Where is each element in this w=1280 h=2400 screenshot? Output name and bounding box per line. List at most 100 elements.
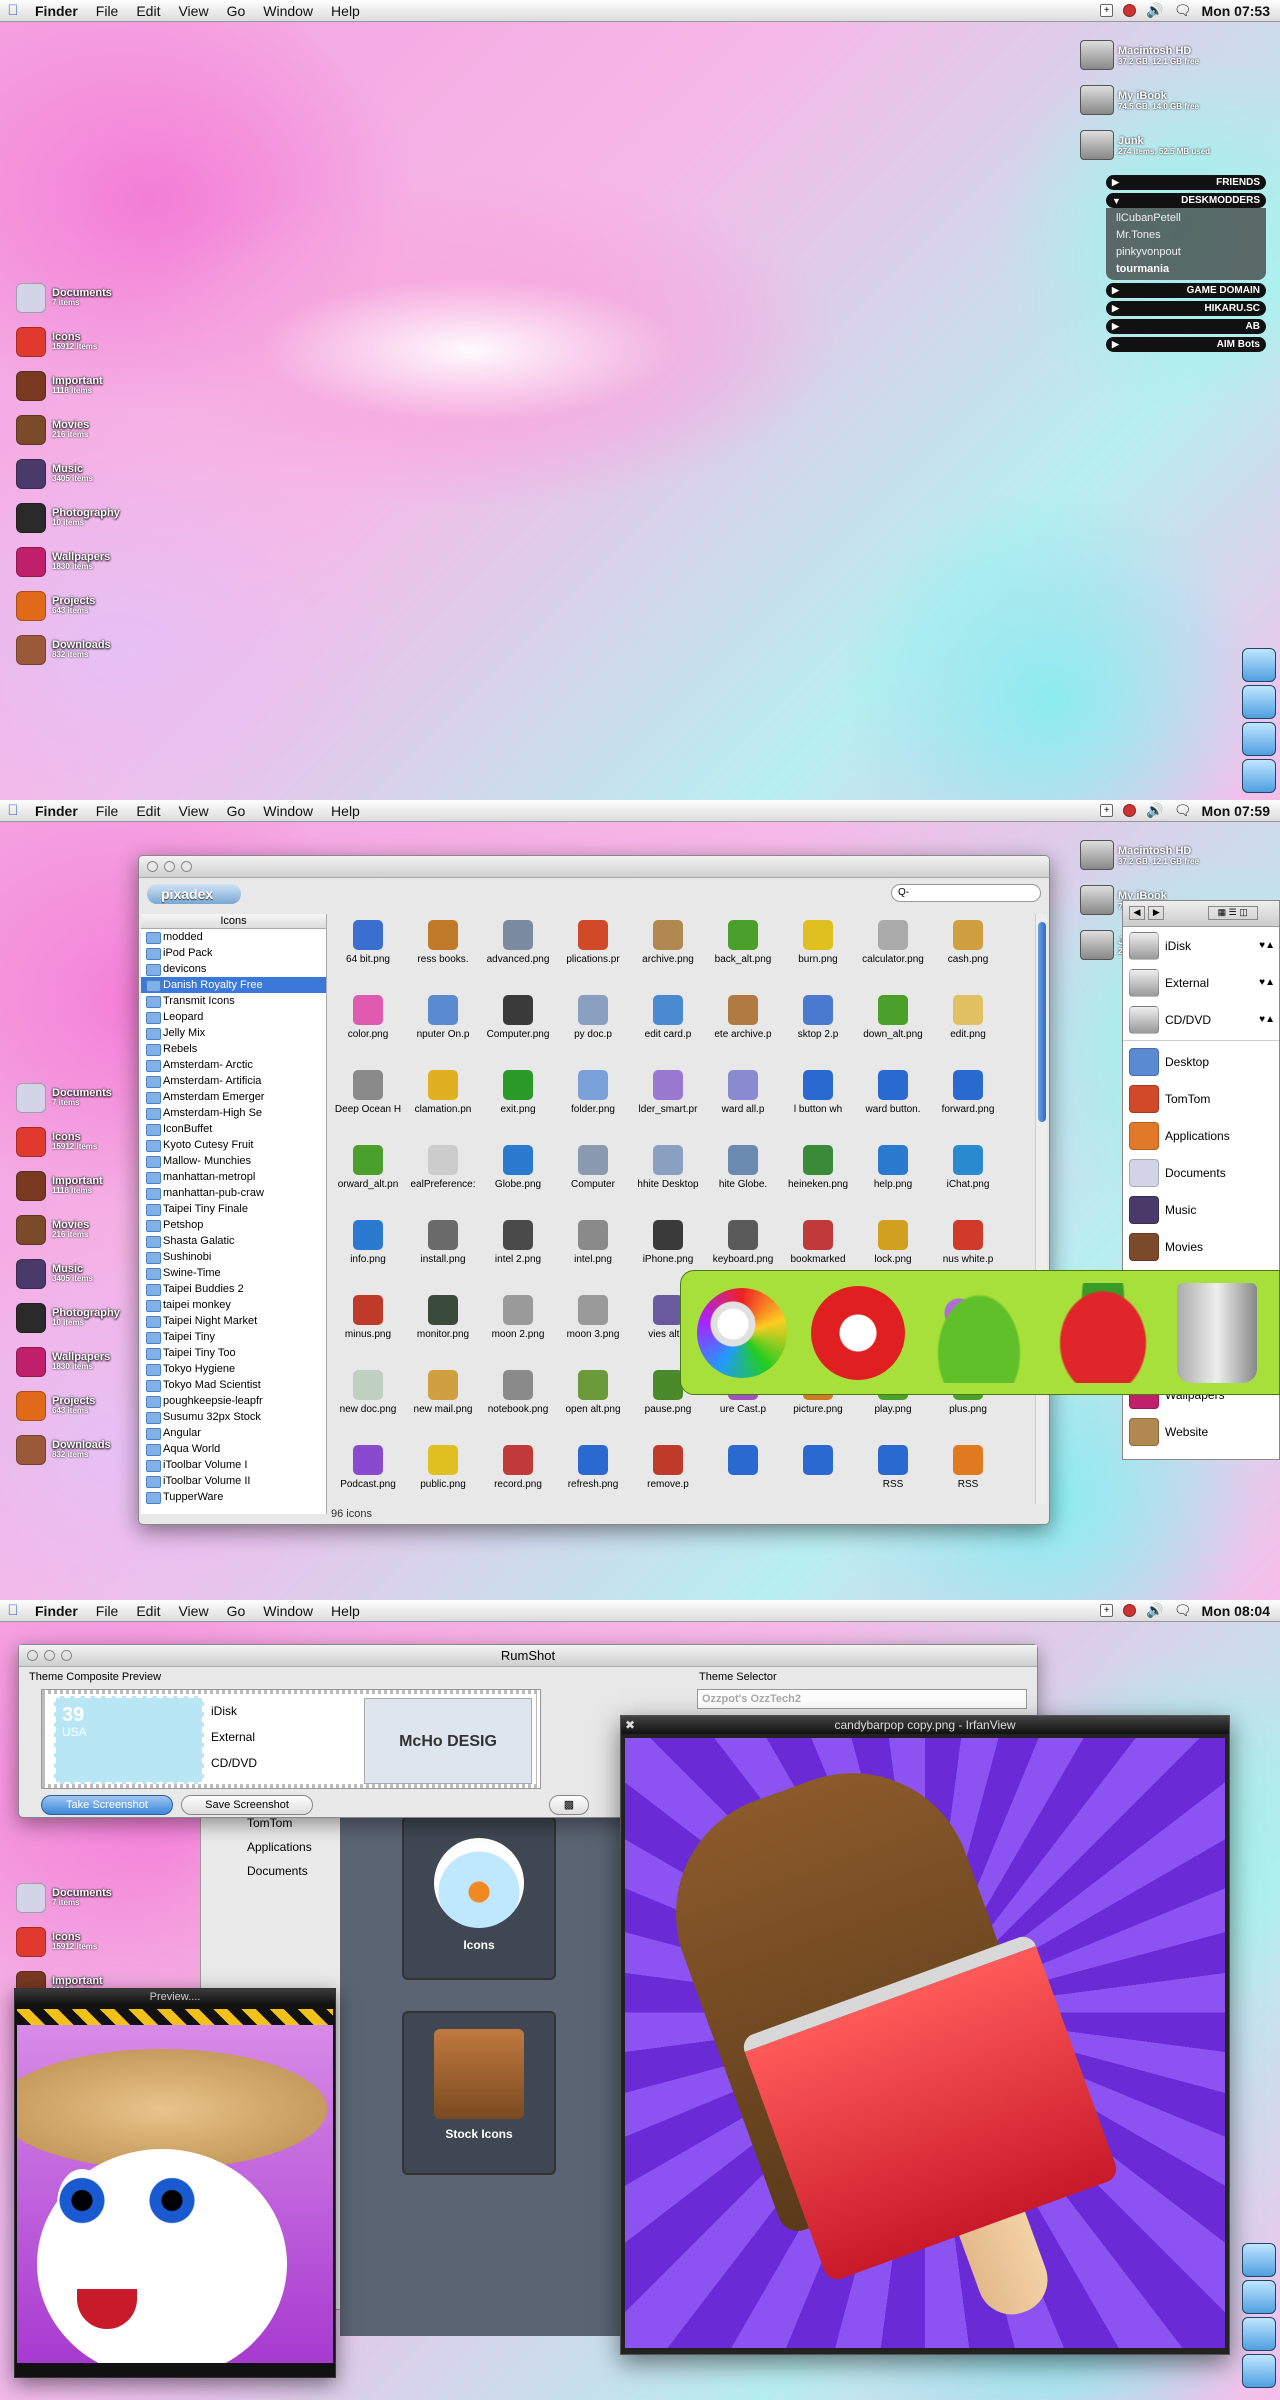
sidebar-disk[interactable]: CD/DVD ♥▲ bbox=[1123, 1001, 1279, 1038]
menu-go[interactable]: Go bbox=[218, 803, 255, 819]
source-item[interactable]: IconBuffet bbox=[141, 1121, 326, 1137]
vertical-scrollbar[interactable] bbox=[1035, 914, 1047, 1504]
export-icon[interactable]: ▩ bbox=[549, 1795, 589, 1815]
icon-cell[interactable]: hhite Desktop bbox=[631, 1139, 705, 1214]
dock-icon[interactable] bbox=[1242, 648, 1276, 682]
plus-icon[interactable]: + bbox=[1100, 1604, 1114, 1617]
icon-cell[interactable]: Deep Ocean H bbox=[331, 1064, 405, 1139]
desktop-icon-projects[interactable]: Projects 643 items bbox=[16, 1388, 95, 1424]
icon-cell[interactable]: new mail.png bbox=[406, 1364, 480, 1439]
source-item[interactable]: Susumu 32px Stock bbox=[141, 1409, 326, 1425]
icon-cell[interactable]: calculator.png bbox=[856, 914, 930, 989]
icon-cell[interactable]: ealPreference: bbox=[406, 1139, 480, 1214]
desktop-icon-photography[interactable]: Photography 10 items bbox=[16, 500, 120, 536]
sidebar-place[interactable]: Desktop bbox=[1123, 1043, 1279, 1080]
desktop-icon-documents[interactable]: Documents 7 items bbox=[16, 1080, 112, 1116]
tools-icon[interactable] bbox=[697, 1287, 787, 1378]
icon-cell[interactable]: intel 2.png bbox=[481, 1214, 555, 1289]
icon-cell[interactable]: edit.png bbox=[931, 989, 1005, 1064]
desktop-icon-music[interactable]: Music 3405 items bbox=[16, 1256, 93, 1292]
desktop-icon-movies[interactable]: Movies 216 items bbox=[16, 1212, 89, 1248]
strawberry-icon[interactable] bbox=[1053, 1282, 1153, 1383]
source-item[interactable]: Rebels bbox=[141, 1041, 326, 1057]
menu-view[interactable]: View bbox=[169, 1603, 217, 1619]
source-item[interactable]: Amsterdam Emerger bbox=[141, 1089, 326, 1105]
desktop-icon-projects[interactable]: Projects 643 items bbox=[16, 588, 95, 624]
buddy-group[interactable]: ▼ DESKMODDERS bbox=[1106, 193, 1266, 208]
sidebar-documents[interactable]: Documents bbox=[207, 1859, 308, 1883]
forward-icon[interactable]: ▶ bbox=[1148, 906, 1165, 920]
buddy-member[interactable]: llCubanPetell bbox=[1116, 210, 1256, 227]
disclosure-triangle-icon[interactable]: ▶ bbox=[1112, 321, 1119, 332]
source-item[interactable]: Tokyo Hygiene bbox=[141, 1361, 326, 1377]
trash-icon[interactable] bbox=[1177, 1282, 1257, 1383]
sidebar-disk[interactable]: iDisk ♥▲ bbox=[1123, 927, 1279, 964]
apple-icon[interactable]:  bbox=[0, 1602, 26, 1619]
icon-cell[interactable]: ward button. bbox=[856, 1064, 930, 1139]
icon-cell[interactable]: RSS bbox=[856, 1439, 930, 1514]
icon-cell[interactable]: lder_smart.pr bbox=[631, 1064, 705, 1139]
eject-icon[interactable]: ♥▲ bbox=[1259, 940, 1279, 951]
source-item[interactable]: Kyoto Cutesy Fruit bbox=[141, 1137, 326, 1153]
drive-1[interactable]: My iBook74.5 GB, 14.0 GB free bbox=[1080, 85, 1270, 115]
desktop-icon-downloads[interactable]: Downloads 832 items bbox=[16, 632, 111, 668]
icon-cell[interactable]: moon 3.png bbox=[556, 1289, 630, 1364]
icon-cell[interactable]: archive.png bbox=[631, 914, 705, 989]
sidebar-place[interactable]: Music bbox=[1123, 1191, 1279, 1228]
crocodile-icon[interactable] bbox=[929, 1282, 1029, 1383]
zoom-icon[interactable] bbox=[181, 861, 192, 872]
dock-icon[interactable] bbox=[1242, 2317, 1276, 2351]
status-icon[interactable] bbox=[1123, 1604, 1137, 1617]
heart-icon[interactable] bbox=[811, 1285, 905, 1380]
eject-icon[interactable]: ♥▲ bbox=[1259, 1014, 1279, 1025]
source-item[interactable]: poughkeepsie-leapfr bbox=[141, 1393, 326, 1409]
source-item[interactable]: Angular bbox=[141, 1425, 326, 1441]
icon-cell[interactable]: Computer bbox=[556, 1139, 630, 1214]
icon-cell[interactable]: sktop 2.p bbox=[781, 989, 855, 1064]
menu-window[interactable]: Window bbox=[254, 803, 322, 819]
menu-window[interactable]: Window bbox=[254, 1603, 322, 1619]
menu-go[interactable]: Go bbox=[218, 1603, 255, 1619]
buddy-group[interactable]: ▶ HIKARU.SC bbox=[1106, 301, 1266, 316]
menu-edit[interactable]: Edit bbox=[127, 1603, 169, 1619]
sidebar-place[interactable]: Movies bbox=[1123, 1228, 1279, 1265]
desktop-icon-movies[interactable]: Movies 216 items bbox=[16, 412, 89, 448]
source-item[interactable]: Swine-Time bbox=[141, 1265, 326, 1281]
dock-icon[interactable] bbox=[1242, 2243, 1276, 2277]
icon-cell[interactable]: notebook.png bbox=[481, 1364, 555, 1439]
menu-help[interactable]: Help bbox=[322, 1603, 369, 1619]
icon-cell[interactable]: Globe.png bbox=[481, 1139, 555, 1214]
icon-cell[interactable]: edit card.p bbox=[631, 989, 705, 1064]
icon-cell[interactable]: exit.png bbox=[481, 1064, 555, 1139]
icon-cell[interactable]: ward all.p bbox=[706, 1064, 780, 1139]
take-screenshot-button[interactable]: Take Screenshot bbox=[41, 1795, 173, 1815]
source-item[interactable]: Taipei Buddies 2 bbox=[141, 1281, 326, 1297]
status-icon[interactable] bbox=[1123, 804, 1137, 817]
buddy-member[interactable]: pinkyvonpout bbox=[1116, 244, 1256, 261]
sidebar-place[interactable]: Website bbox=[1123, 1413, 1279, 1450]
source-item[interactable]: Taipei Tiny Finale bbox=[141, 1201, 326, 1217]
search-input[interactable]: Q- bbox=[891, 884, 1041, 902]
icon-cell[interactable]: heineken.png bbox=[781, 1139, 855, 1214]
menu-finder[interactable]: Finder bbox=[26, 803, 87, 819]
desktop-icon-downloads[interactable]: Downloads 832 items bbox=[16, 1432, 111, 1468]
menu-view[interactable]: View bbox=[169, 3, 217, 19]
source-item[interactable]: modded bbox=[141, 929, 326, 945]
source-item[interactable]: Taipei Tiny bbox=[141, 1329, 326, 1345]
buddy-group[interactable]: ▶ FRIENDS bbox=[1106, 175, 1266, 190]
icon-cell[interactable]: install.png bbox=[406, 1214, 480, 1289]
menu-go[interactable]: Go bbox=[218, 3, 255, 19]
plus-icon[interactable]: + bbox=[1100, 4, 1114, 17]
disclosure-triangle-icon[interactable]: ▶ bbox=[1112, 303, 1119, 314]
disclosure-triangle-icon[interactable]: ▼ bbox=[1112, 196, 1121, 206]
desktop-icon-wallpapers[interactable]: Wallpapers 1830 items bbox=[16, 544, 110, 580]
source-item[interactable]: Jelly Mix bbox=[141, 1025, 326, 1041]
icon-cell[interactable]: ress books. bbox=[406, 914, 480, 989]
minimize-icon[interactable] bbox=[164, 861, 175, 872]
menu-file[interactable]: File bbox=[87, 803, 128, 819]
clock[interactable]: Mon 07:59 bbox=[1202, 803, 1270, 819]
desktop-icon-wallpapers[interactable]: Wallpapers 1830 items bbox=[16, 1344, 110, 1380]
menu-finder[interactable]: Finder bbox=[26, 1603, 87, 1619]
source-item[interactable]: Danish Royalty Free bbox=[141, 977, 326, 993]
menu-file[interactable]: File bbox=[87, 3, 128, 19]
